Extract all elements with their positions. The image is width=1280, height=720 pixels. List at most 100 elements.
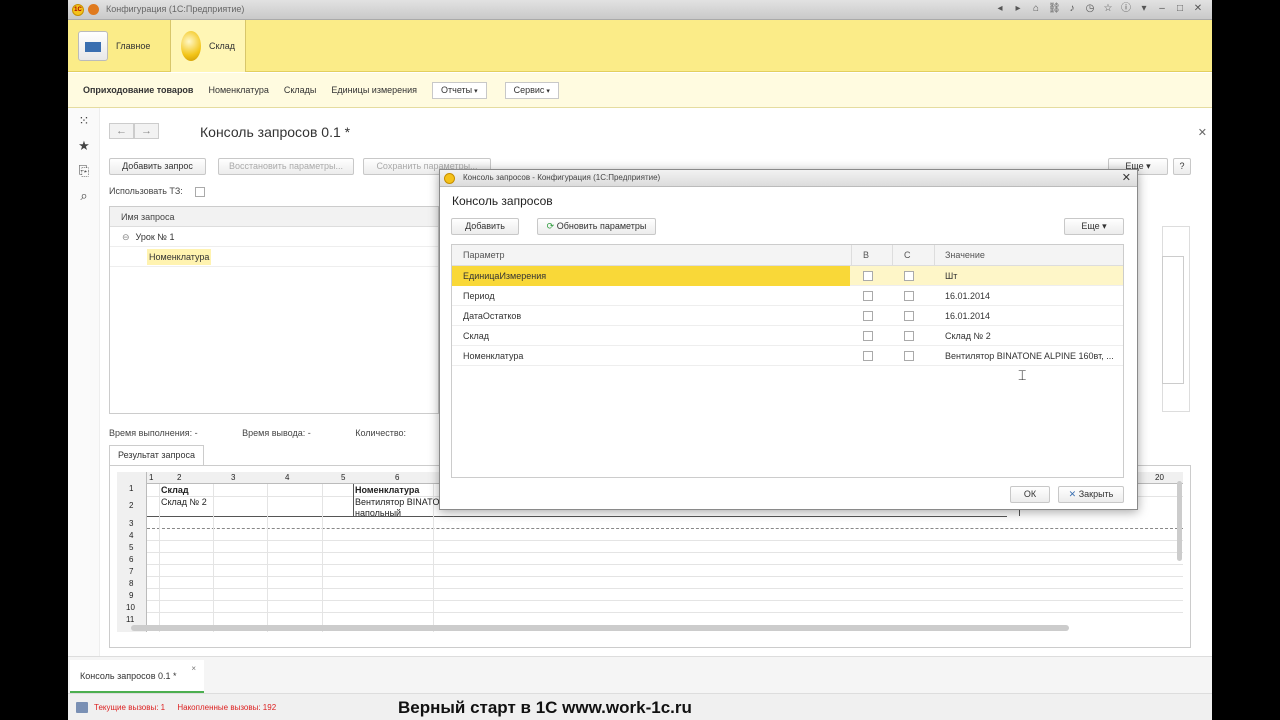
- add-query-button[interactable]: Добавить запрос: [109, 158, 206, 175]
- link-icon[interactable]: ⛓: [1048, 3, 1061, 15]
- history-list-icon[interactable]: ⎘: [68, 158, 100, 183]
- form-forward-icon[interactable]: →: [134, 123, 159, 139]
- grid-line: [213, 484, 214, 632]
- vertical-scrollbar[interactable]: [1177, 481, 1182, 561]
- use-tz-label: Использовать ТЗ:: [109, 186, 183, 196]
- section-warehouse[interactable]: Склад: [170, 20, 246, 72]
- maximize-icon[interactable]: □: [1174, 3, 1186, 15]
- home-icon[interactable]: ⌂: [1030, 3, 1042, 15]
- refresh-params-button[interactable]: ⟳ Обновить параметры: [537, 218, 656, 235]
- restore-params-button[interactable]: Восстановить параметры...: [218, 158, 354, 175]
- grid-line: [147, 552, 1183, 553]
- collapse-icon[interactable]: ⊖: [122, 232, 130, 242]
- row-number: 5: [129, 543, 134, 552]
- left-toolbar: ⁙ ★ ⎘ ⌕: [68, 108, 100, 656]
- exec-time: Время выполнения: -: [109, 428, 198, 438]
- param-c-checkbox[interactable]: [904, 311, 914, 321]
- dropdown-icon[interactable]: ▾: [1138, 3, 1150, 15]
- tree-row-label: Урок № 1: [135, 232, 175, 242]
- table-row[interactable]: Период 16.01.2014: [452, 286, 1123, 306]
- param-value[interactable]: 16.01.2014: [945, 306, 990, 326]
- row-number: 4: [129, 531, 134, 540]
- grid-line: [147, 588, 1183, 589]
- form-back-icon[interactable]: ←: [109, 123, 134, 139]
- dialog-title-bar: Консоль запросов - Конфигурация (1С:Пред…: [440, 170, 1137, 187]
- back-icon[interactable]: ◂: [994, 3, 1006, 15]
- table-row[interactable]: ДатаОстатков 16.01.2014: [452, 306, 1123, 326]
- query-tree-header: Имя запроса: [110, 207, 438, 227]
- forward-icon[interactable]: ▸: [1012, 3, 1024, 15]
- ok-button[interactable]: ОК: [1010, 486, 1050, 503]
- row-header-column: 1 2 3 4 5 6 7 8 9 10 11: [117, 472, 147, 632]
- param-value[interactable]: Вентилятор BINATONE ALPINE 160вт, ...: [945, 346, 1114, 366]
- close-dialog-button[interactable]: ✕ Закрыть: [1058, 486, 1124, 503]
- param-c-checkbox[interactable]: [904, 331, 914, 341]
- window-tab-close-icon[interactable]: ×: [191, 664, 196, 673]
- tree-row[interactable]: Номенклатура: [110, 247, 438, 267]
- bell-icon[interactable]: ♪: [1066, 3, 1078, 15]
- link-goods-receipt[interactable]: Оприходование товаров: [83, 85, 193, 95]
- tab-query-result[interactable]: Результат запроса: [109, 445, 204, 465]
- grid-line: [147, 576, 1183, 577]
- link-nomenclature[interactable]: Номенклатура: [208, 85, 268, 95]
- row-number: 1: [129, 484, 134, 493]
- param-v-checkbox[interactable]: [863, 291, 873, 301]
- link-warehouses[interactable]: Склады: [284, 85, 317, 95]
- param-c-checkbox[interactable]: [904, 351, 914, 361]
- section-main-label: Главное: [116, 41, 151, 51]
- link-units[interactable]: Единицы измерения: [331, 85, 417, 95]
- grid-menu-icon[interactable]: ⁙: [68, 108, 100, 133]
- open-windows-bar: Консоль запросов 0.1 * ×: [68, 656, 1212, 693]
- sheet-data-cell: Склад № 2: [161, 497, 207, 507]
- param-v-checkbox[interactable]: [863, 311, 873, 321]
- table-row[interactable]: ЕдиницаИзмерения Шт: [452, 266, 1123, 286]
- 1c-logo-icon: 1С: [72, 4, 84, 16]
- reports-dropdown[interactable]: Отчеты: [432, 81, 487, 99]
- window-tab-query-console[interactable]: Консоль запросов 0.1 * ×: [70, 660, 204, 693]
- row-number: 3: [129, 519, 134, 528]
- help-button[interactable]: ?: [1173, 158, 1191, 175]
- dialog-more-button[interactable]: Еще ▾: [1064, 218, 1124, 235]
- form-title: Консоль запросов 0.1 *: [200, 124, 351, 140]
- add-param-button[interactable]: Добавить: [451, 218, 519, 235]
- star-icon[interactable]: ☆: [1102, 3, 1114, 15]
- grid-line: [267, 484, 268, 632]
- close-x-icon: ✕: [1068, 489, 1077, 499]
- info-icon[interactable]: ⓘ: [1120, 3, 1132, 15]
- param-v-checkbox[interactable]: [863, 271, 873, 281]
- col-number: 5: [341, 473, 346, 482]
- service-dropdown[interactable]: Сервис: [504, 81, 559, 99]
- query-text-area[interactable]: [1162, 256, 1184, 384]
- tree-row[interactable]: ⊖ Урок № 1: [110, 227, 438, 247]
- grid-line: [159, 484, 160, 632]
- param-value[interactable]: 16.01.2014: [945, 286, 990, 306]
- form-close-icon[interactable]: ✕: [1198, 126, 1207, 139]
- table-row[interactable]: Номенклатура Вентилятор BINATONE ALPINE …: [452, 346, 1123, 366]
- favorites-star-icon[interactable]: ★: [68, 133, 100, 158]
- section-main[interactable]: Главное: [68, 20, 168, 72]
- mouse-cursor-icon: ⌶: [1018, 367, 1027, 383]
- row-number: 2: [129, 501, 134, 510]
- history-icon[interactable]: ◷: [1084, 3, 1096, 15]
- refresh-icon: ⟳: [546, 221, 555, 231]
- param-value[interactable]: Шт: [945, 266, 957, 286]
- table-row[interactable]: Склад Склад № 2: [452, 326, 1123, 346]
- param-c-checkbox[interactable]: [904, 291, 914, 301]
- row-number: 10: [126, 603, 135, 612]
- dialog-close-icon[interactable]: ✕: [1122, 171, 1131, 184]
- param-c-checkbox[interactable]: [904, 271, 914, 281]
- param-value[interactable]: Склад № 2: [945, 326, 991, 346]
- search-icon[interactable]: ⌕: [68, 183, 100, 208]
- main-menu-icon[interactable]: [88, 4, 99, 15]
- dialog-1c-logo-icon: [444, 173, 455, 184]
- minimize-icon[interactable]: –: [1156, 3, 1168, 15]
- row-number: 7: [129, 567, 134, 576]
- param-v-checkbox[interactable]: [863, 351, 873, 361]
- calls-icon[interactable]: [76, 702, 88, 713]
- use-tz-checkbox[interactable]: [195, 186, 206, 197]
- param-v-checkbox[interactable]: [863, 331, 873, 341]
- horizontal-scrollbar[interactable]: [131, 625, 1069, 631]
- close-icon[interactable]: ✕: [1192, 3, 1204, 15]
- row-number: 8: [129, 579, 134, 588]
- col-number: 20: [1155, 473, 1164, 482]
